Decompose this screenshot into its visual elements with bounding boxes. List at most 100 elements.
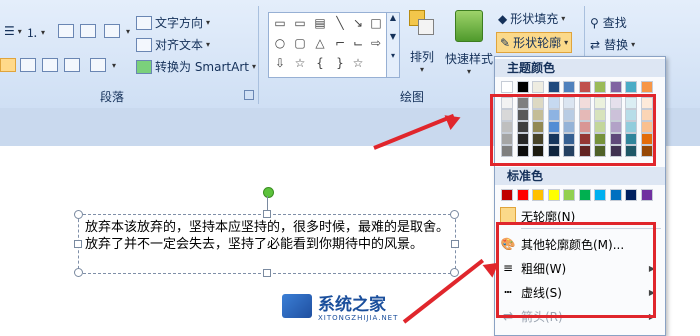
justify-icon — [64, 58, 80, 72]
align-left-icon — [0, 58, 16, 72]
scroll-more-icon[interactable]: ▾ — [387, 51, 399, 60]
theme-color-swatch[interactable] — [547, 81, 560, 93]
standard-color-swatch[interactable] — [625, 189, 637, 201]
line-shape-icon[interactable]: ╲ — [331, 15, 349, 31]
rounded-rect-shape-icon[interactable]: ▢ — [291, 35, 309, 51]
shape-fill-button[interactable]: ◆ 形状填充 ▾ — [498, 10, 565, 27]
scroll-down-icon[interactable]: ▼ — [387, 32, 399, 41]
star-outline-shape-icon[interactable]: ☆ — [349, 55, 367, 71]
increase-indent-button[interactable] — [80, 24, 99, 38]
columns-button[interactable]: ▾ — [90, 58, 116, 72]
theme-color-swatch[interactable] — [532, 81, 544, 93]
quick-styles-button[interactable]: 快速样式 ▾ — [442, 10, 496, 76]
brace-shape-icon[interactable]: { — [311, 55, 329, 71]
standard-color-swatch[interactable] — [547, 189, 560, 201]
theme-color-swatch[interactable] — [609, 81, 622, 93]
resize-handle-ne[interactable] — [450, 210, 459, 219]
paragraph-dialog-launcher-icon[interactable] — [244, 90, 254, 100]
rotation-handle[interactable] — [263, 187, 274, 198]
line-spacing-button[interactable]: ▾ — [104, 24, 130, 38]
scroll-up-icon[interactable]: ▲ — [387, 13, 399, 22]
star-shape-icon[interactable]: ☆ — [291, 55, 309, 71]
align-text-icon — [136, 37, 152, 52]
elbow-arrow-shape-icon[interactable]: ⌙ — [349, 35, 367, 51]
site-watermark: 系统之家 XITONGZHIJIA.NET — [282, 290, 442, 332]
text-box-shape-icon[interactable]: ▭ — [291, 15, 309, 31]
standard-color-swatch[interactable] — [563, 189, 575, 201]
group-separator — [258, 6, 259, 104]
align-text-label: 对齐文本 — [155, 38, 204, 52]
down-arrow-shape-icon[interactable]: ⇩ — [271, 55, 289, 71]
theme-color-swatch[interactable] — [594, 81, 606, 93]
binoculars-icon: ⚲ — [590, 15, 599, 30]
arrange-button[interactable]: 排列 ▾ — [404, 10, 440, 74]
quick-styles-icon — [455, 10, 483, 42]
theme-color-swatch[interactable] — [578, 81, 591, 93]
theme-colors-header: 主题颜色 — [495, 59, 665, 77]
numbering-button[interactable]: ⒈ ▾ — [26, 24, 45, 41]
selected-text-box[interactable]: 放弃本该放弃的，坚持本应坚持的，很多时候，最难的是取舍。放弃了并不一定会失去，坚… — [78, 214, 456, 274]
text-direction-button[interactable]: 文字方向 ▾ — [136, 14, 210, 31]
shape-fill-label: 形状填充 — [510, 12, 559, 26]
triangle-shape-icon[interactable]: △ — [311, 35, 329, 51]
theme-color-swatch[interactable] — [625, 81, 637, 93]
line-spacing-icon — [104, 24, 120, 38]
watermark-title: 系统之家 — [318, 295, 386, 315]
paint-bucket-icon: ◆ — [498, 11, 508, 26]
text-direction-icon — [136, 15, 152, 30]
standard-color-swatch[interactable] — [516, 189, 529, 201]
shape-outline-button[interactable]: ✎ 形状轮廓 ▾ — [496, 32, 573, 53]
square-shape-icon[interactable]: □ — [367, 15, 385, 31]
drawing-group-label: 绘图 — [400, 90, 425, 104]
resize-handle-sw[interactable] — [74, 268, 83, 277]
standard-color-swatch[interactable] — [640, 189, 653, 201]
highlight-theme-colors-box — [490, 94, 656, 166]
decrease-indent-button[interactable] — [58, 24, 77, 38]
arrange-icon — [409, 10, 435, 35]
convert-smartart-button[interactable]: 转换为 SmartArt ▾ — [136, 58, 256, 75]
resize-handle-n[interactable] — [263, 210, 271, 218]
theme-color-swatch[interactable] — [501, 81, 513, 93]
find-label: 查找 — [602, 16, 627, 30]
standard-color-swatch[interactable] — [609, 189, 622, 201]
vertical-text-box-shape-icon[interactable]: ▤ — [311, 15, 329, 31]
right-arrow-shape-icon[interactable]: ⇨ — [367, 35, 385, 51]
standard-color-swatch[interactable] — [594, 189, 606, 201]
rectangle-shape-icon[interactable]: ▭ — [271, 15, 289, 31]
paragraph-group-label: 段落 — [100, 90, 125, 104]
resize-handle-e[interactable] — [451, 240, 459, 248]
oval-shape-icon[interactable]: ○ — [271, 35, 289, 51]
shapes-gallery[interactable]: ▭ ▭ ▤ ╲ ↘ □ ○ ▢ △ ⌐ ⌙ ⇨ ⇩ ☆ { } ☆ — [268, 12, 388, 78]
resize-handle-w[interactable] — [74, 240, 82, 248]
replace-label: 替换 — [604, 38, 629, 52]
quick-styles-label: 快速样式 — [444, 52, 493, 66]
theme-color-swatch[interactable] — [563, 81, 575, 93]
pencil-icon: ✎ — [500, 35, 511, 50]
resize-handle-s[interactable] — [263, 269, 271, 277]
brace-right-shape-icon[interactable]: } — [331, 55, 349, 71]
align-right-button[interactable] — [42, 58, 61, 72]
align-right-icon — [42, 58, 58, 72]
resize-handle-se[interactable] — [450, 268, 459, 277]
text-box-content[interactable]: 放弃本该放弃的，坚持本应坚持的，很多时候，最难的是取舍。放弃了并不一定会失去，坚… — [85, 219, 449, 253]
standard-color-swatch[interactable] — [532, 189, 544, 201]
standard-color-swatch[interactable] — [578, 189, 591, 201]
standard-color-swatch[interactable] — [501, 189, 513, 201]
justify-button[interactable] — [64, 58, 83, 72]
resize-handle-nw[interactable] — [74, 210, 83, 219]
elbow-connector-shape-icon[interactable]: ⌐ — [331, 35, 349, 51]
bullets-button[interactable]: ☰ ▾ — [4, 24, 22, 38]
shapes-gallery-scroll[interactable]: ▲ ▼ ▾ — [386, 12, 400, 78]
replace-icon: ⇄ — [590, 37, 601, 52]
replace-button[interactable]: ⇄ 替换 ▾ — [590, 36, 635, 53]
align-left-button[interactable] — [0, 58, 19, 72]
shape-outline-label: 形状轮廓 — [513, 36, 562, 50]
find-button[interactable]: ⚲ 查找 — [590, 14, 627, 31]
arrange-label: 排列 — [409, 50, 434, 64]
theme-color-swatch[interactable] — [516, 81, 529, 93]
theme-color-swatch[interactable] — [640, 81, 653, 93]
arrow-line-shape-icon[interactable]: ↘ — [349, 15, 367, 31]
align-center-button[interactable] — [20, 58, 39, 72]
increase-indent-icon — [80, 24, 96, 38]
align-text-button[interactable]: 对齐文本 ▾ — [136, 36, 210, 53]
